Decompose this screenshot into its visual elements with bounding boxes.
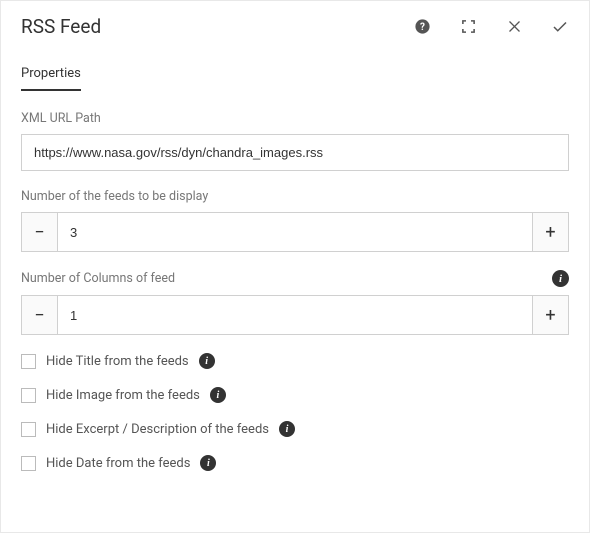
hide-title-label: Hide Title from the feeds — [46, 354, 189, 369]
checkbox-hide-date[interactable] — [21, 456, 36, 471]
hide-image-label: Hide Image from the feeds — [46, 388, 200, 403]
hide-excerpt-label: Hide Excerpt / Description of the feeds — [46, 422, 269, 437]
dialog-title: RSS Feed — [21, 15, 413, 38]
checkbox-hide-excerpt-row: Hide Excerpt / Description of the feeds … — [21, 421, 569, 437]
tabs: Properties — [1, 48, 589, 91]
field-column-count: Number of Columns of feed i − + — [21, 270, 569, 335]
fullscreen-icon[interactable] — [459, 18, 477, 36]
info-icon[interactable]: i — [200, 455, 216, 471]
field-xml-url: XML URL Path — [21, 111, 569, 171]
dialog-header: RSS Feed ? — [1, 1, 589, 48]
dialog-content: XML URL Path Number of the feeds to be d… — [1, 91, 589, 499]
close-icon[interactable] — [505, 18, 523, 36]
hide-date-label: Hide Date from the feeds — [46, 456, 190, 471]
confirm-icon[interactable] — [551, 18, 569, 36]
feed-count-stepper: − + — [21, 212, 569, 252]
feed-count-decrement[interactable]: − — [21, 212, 57, 252]
checkbox-hide-image-row: Hide Image from the feeds i — [21, 387, 569, 403]
checkbox-hide-title[interactable] — [21, 354, 36, 369]
column-count-stepper: − + — [21, 295, 569, 335]
rss-feed-dialog: RSS Feed ? Properties XML URL Path Numbe… — [1, 1, 589, 499]
svg-text:?: ? — [420, 22, 425, 33]
column-count-label: Number of Columns of feed — [21, 271, 175, 286]
info-icon[interactable]: i — [210, 387, 226, 403]
header-actions: ? — [413, 18, 569, 36]
info-icon[interactable]: i — [279, 421, 295, 437]
help-icon[interactable]: ? — [413, 18, 431, 36]
info-icon[interactable]: i — [552, 270, 569, 287]
tab-properties[interactable]: Properties — [21, 66, 81, 91]
feed-count-label: Number of the feeds to be display — [21, 189, 569, 204]
xml-url-input[interactable] — [21, 134, 569, 171]
field-feed-count: Number of the feeds to be display − + — [21, 189, 569, 252]
column-count-decrement[interactable]: − — [21, 295, 57, 335]
column-count-increment[interactable]: + — [533, 295, 569, 335]
feed-count-increment[interactable]: + — [533, 212, 569, 252]
column-count-input[interactable] — [57, 295, 533, 335]
checkbox-hide-image[interactable] — [21, 388, 36, 403]
xml-url-label: XML URL Path — [21, 111, 569, 126]
checkbox-hide-date-row: Hide Date from the feeds i — [21, 455, 569, 471]
checkbox-hide-excerpt[interactable] — [21, 422, 36, 437]
feed-count-input[interactable] — [57, 212, 533, 252]
checkbox-hide-title-row: Hide Title from the feeds i — [21, 353, 569, 369]
info-icon[interactable]: i — [199, 353, 215, 369]
